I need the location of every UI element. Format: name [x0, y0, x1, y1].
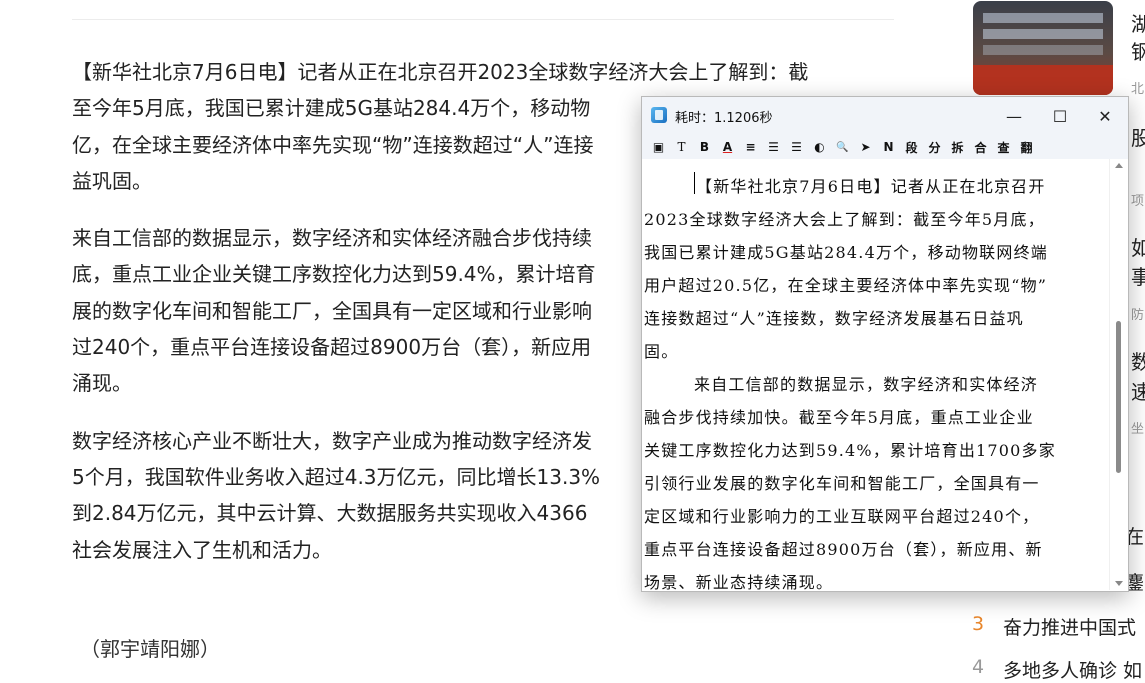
- text-line: 2023全球数字经济大会上了解到：截至今年5月底，: [644, 210, 1045, 229]
- window-title: 耗时：1.1206秒: [675, 111, 773, 126]
- bold-button[interactable]: B: [693, 137, 716, 157]
- scroll-down-icon[interactable]: [1115, 581, 1123, 586]
- scroll-up-icon[interactable]: [1115, 163, 1123, 168]
- sidebar-news-title[interactable]: 事: [1131, 261, 1145, 290]
- thumbnail-detail: [983, 29, 1103, 39]
- vertical-scrollbar[interactable]: [1109, 159, 1128, 590]
- text-line: 关键工序数控化力达到59.4%，累计培育出1700多家: [644, 441, 1056, 460]
- scroll-thumb[interactable]: [1116, 321, 1121, 473]
- article-line: 【新华社北京7月6日电】记者从正在北京召开2023全球数字经济大会上了解到：截: [72, 60, 809, 84]
- n-button[interactable]: N: [877, 137, 900, 157]
- sidebar-news-title[interactable]: 股: [1131, 122, 1145, 151]
- hot-list-item[interactable]: 奋力推进中国式: [1003, 613, 1136, 640]
- app-icon: [651, 107, 667, 123]
- article-byline: （郭宇靖阳娜）: [80, 637, 220, 661]
- close-button[interactable]: ✕: [1082, 97, 1128, 135]
- thumbnail-detail: [983, 45, 1103, 55]
- sidebar-news-title[interactable]: 钢: [1131, 36, 1145, 65]
- text-line: 重点平台连接设备超过8900万台（套），新应用、新: [644, 540, 1043, 559]
- break-button[interactable]: 拆: [946, 137, 969, 157]
- hot-list-item[interactable]: 多地多人确诊 如: [1003, 656, 1142, 683]
- thumbnail-detail: [973, 65, 1113, 95]
- sidebar-news-meta: 坐: [1131, 422, 1145, 437]
- translate-button[interactable]: 翻: [1015, 137, 1038, 157]
- text-tool-button[interactable]: T: [670, 137, 693, 157]
- text-line: 连接数超过“人”连接数，数字经济发展基石日益巩: [644, 309, 1024, 328]
- sidebar-news-meta: 项: [1131, 194, 1145, 209]
- split-button[interactable]: 分: [923, 137, 946, 157]
- align-left-icon[interactable]: ≡: [739, 137, 762, 157]
- minimize-button[interactable]: —: [991, 97, 1037, 135]
- paragraph-button[interactable]: 段: [900, 137, 923, 157]
- sidebar-news-title[interactable]: 数: [1131, 346, 1145, 375]
- ocr-text-area[interactable]: 【新华社北京7月6日电】记者从正在北京召开 2023全球数字经济大会上了解到：截…: [642, 159, 1109, 590]
- text-cursor: [694, 172, 695, 194]
- text-line: 我国已累计建成5G基站284.4万个，移动物联网终端: [644, 243, 1048, 262]
- hot-rank-number: 3: [972, 613, 985, 635]
- text-line: 用户超过20.5亿，在全球主要经济体中率先实现“物”: [644, 276, 1048, 295]
- search-icon[interactable]: 🔍: [831, 137, 854, 157]
- text-line: 融合步伐持续加快。截至今年5月底，重点工业企业: [644, 408, 1034, 427]
- ocr-result-window: 耗时：1.1206秒 — ☐ ✕ ▣ T B A ≡ ☰ ☰ ◐ 🔍 ➤ N 段…: [641, 96, 1129, 592]
- sidebar-news-meta: 防: [1131, 308, 1145, 323]
- text-line: 来自工信部的数据显示，数字经济和实体经济: [694, 375, 1039, 394]
- align-justify-icon[interactable]: ☰: [785, 137, 808, 157]
- sidebar-news-title[interactable]: 速: [1131, 376, 1145, 405]
- sidebar-news-meta: 北: [1131, 82, 1145, 97]
- merge-button[interactable]: 合: [969, 137, 992, 157]
- news-thumbnail[interactable]: [973, 1, 1113, 95]
- align-center-icon[interactable]: ☰: [762, 137, 785, 157]
- lookup-button[interactable]: 查: [992, 137, 1015, 157]
- thumbnail-detail: [983, 13, 1103, 23]
- maximize-button[interactable]: ☐: [1037, 97, 1083, 135]
- text-line: 引领行业发展的数字化车间和智能工厂，全国具有一: [644, 474, 1040, 493]
- text-line: 【新华社北京7月6日电】记者从正在北京召开: [696, 177, 1046, 196]
- text-line: 固。: [644, 342, 679, 361]
- send-icon[interactable]: ➤: [854, 137, 877, 157]
- sidebar-news-title[interactable]: 湖: [1131, 8, 1145, 37]
- sidebar-news-title[interactable]: 如: [1131, 232, 1145, 261]
- text-line: 场景、新业态持续涌现。: [644, 573, 834, 590]
- frame-icon[interactable]: ▣: [647, 137, 670, 157]
- palette-icon[interactable]: ◐: [808, 137, 831, 157]
- text-line: 定区域和行业影响力的工业互联网平台超过240个，: [644, 507, 1040, 526]
- window-titlebar[interactable]: 耗时：1.1206秒 — ☐ ✕: [642, 97, 1128, 135]
- divider: [72, 19, 894, 20]
- toolbar: ▣ T B A ≡ ☰ ☰ ◐ 🔍 ➤ N 段 分 拆 合 查 翻: [642, 135, 1128, 159]
- font-color-button[interactable]: A: [716, 137, 739, 157]
